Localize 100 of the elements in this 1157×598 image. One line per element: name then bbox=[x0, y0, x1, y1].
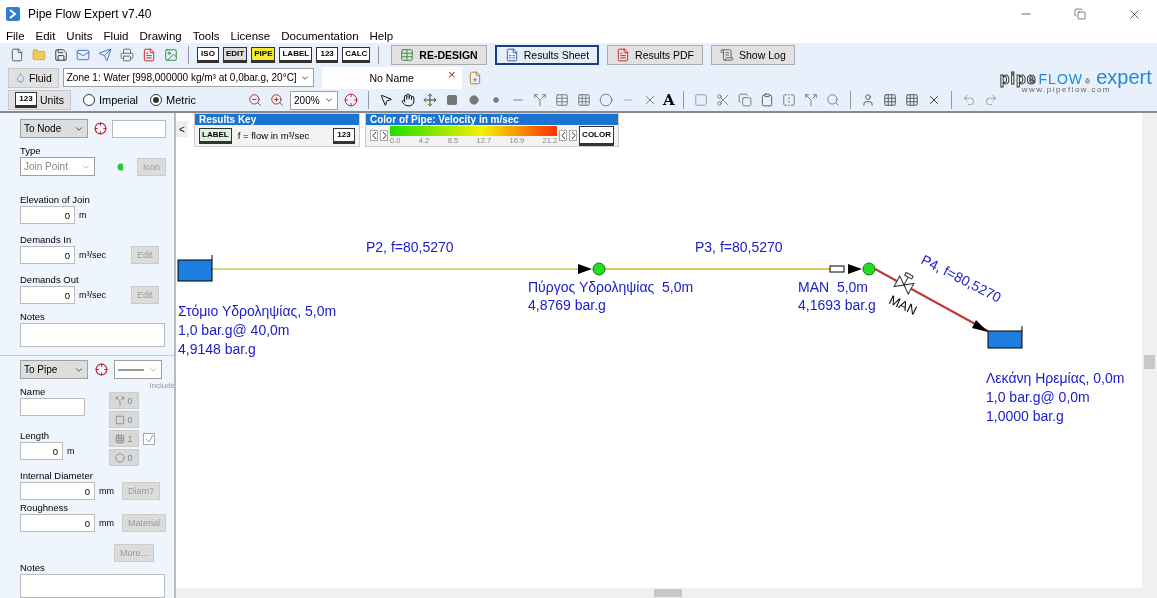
sheet-icon bbox=[504, 47, 519, 62]
unit-radio[interactable]: Imperial bbox=[82, 94, 139, 106]
droplet-icon bbox=[15, 72, 26, 83]
circle-icon bbox=[115, 452, 126, 463]
menu-item[interactable]: Tools bbox=[192, 29, 220, 42]
zoom-out-icon[interactable] bbox=[246, 91, 264, 109]
name-field[interactable] bbox=[112, 119, 166, 138]
horizontal-scrollbar[interactable] bbox=[176, 588, 1157, 598]
tank bbox=[987, 325, 1023, 349]
join-node bbox=[592, 262, 606, 276]
field-label: Demands In bbox=[20, 234, 73, 245]
label-icon[interactable]: LABEL bbox=[199, 127, 232, 144]
chevron-down-icon bbox=[324, 95, 334, 105]
field-label: Notes bbox=[20, 311, 46, 322]
menu-item[interactable]: Units bbox=[66, 29, 93, 42]
field-label: Internal Diameter bbox=[20, 470, 94, 481]
name-field[interactable] bbox=[20, 398, 85, 416]
table-icon bbox=[400, 47, 415, 62]
notes-field[interactable] bbox=[20, 323, 165, 347]
node-label: 1,0000 bar.g bbox=[986, 408, 1064, 424]
unit-radio[interactable]: Metric bbox=[150, 94, 196, 106]
node-label: 4,8769 bar.g bbox=[528, 297, 606, 313]
toolbar-button[interactable]: Show Log bbox=[711, 44, 795, 65]
pipe-label: P2, f=80,5270 bbox=[366, 239, 454, 255]
fitting bbox=[829, 265, 845, 273]
value-field[interactable]: 0 bbox=[20, 206, 75, 224]
collapse-button[interactable]: < bbox=[176, 121, 188, 137]
window-title: Pipe Flow Expert v7.40 bbox=[28, 7, 152, 21]
toolbar-button[interactable]: Results Sheet bbox=[494, 44, 600, 65]
locate-icon[interactable] bbox=[92, 360, 110, 379]
toolbar-label-icon[interactable]: EDIT bbox=[223, 46, 248, 63]
toolbar-button[interactable]: RE-DESIGN bbox=[391, 44, 487, 65]
unit-label: mm bbox=[99, 486, 114, 496]
zone-select[interactable]: Zone 1: Water [998,000000 kg/m³ at 0,0bar.g, 20°C] bbox=[62, 68, 314, 87]
toolbar-label-icon[interactable]: CALC bbox=[342, 46, 371, 63]
hand-icon[interactable] bbox=[399, 91, 417, 109]
units-icon[interactable]: 123 bbox=[333, 127, 355, 144]
text-tool[interactable]: A bbox=[663, 91, 675, 109]
menu-item[interactable]: Fluid bbox=[103, 29, 129, 42]
left-arrow-icon[interactable] bbox=[370, 130, 378, 141]
toolbar-label-icon[interactable]: 123 bbox=[316, 46, 339, 63]
square-icon bbox=[115, 414, 126, 425]
toolbar-label-icon[interactable]: ISO bbox=[197, 46, 219, 63]
toolbar-label-icon[interactable]: LABEL bbox=[279, 46, 313, 63]
field-label: Length bbox=[20, 430, 51, 441]
menu-item[interactable]: Help bbox=[369, 29, 394, 42]
field-label: Roughness bbox=[20, 502, 70, 513]
menu-item[interactable]: Documentation bbox=[281, 29, 359, 42]
target-select[interactable]: To Node bbox=[20, 119, 88, 138]
document-tab[interactable]: No Name × bbox=[321, 66, 462, 89]
zoom-select[interactable]: 200% bbox=[290, 90, 338, 110]
flow-arrow bbox=[972, 320, 988, 332]
toolbar-label-icon[interactable]: PIPE bbox=[251, 46, 276, 63]
valve-label: MAN bbox=[886, 292, 920, 318]
left-arrow-icon[interactable] bbox=[559, 130, 568, 141]
node-label: 4,9148 bar.g bbox=[178, 341, 256, 357]
panel-title: Results Key bbox=[195, 114, 359, 125]
fluid-button[interactable]: Fluid bbox=[8, 67, 59, 88]
menu-item[interactable]: License bbox=[230, 29, 271, 42]
right-arrow-icon[interactable] bbox=[380, 130, 388, 141]
unit-label: mm bbox=[99, 518, 114, 528]
target-select[interactable]: To Pipe bbox=[20, 360, 88, 379]
ruler-icon: 123 bbox=[15, 92, 37, 108]
move-icon[interactable] bbox=[421, 91, 439, 109]
panel-title: Color of Pipe: Velocity in m/sec bbox=[366, 114, 618, 125]
flow-arrow bbox=[848, 264, 862, 274]
include-checkbox[interactable] bbox=[143, 432, 155, 445]
node-label: Στόμιο Υδροληψίας, 5,0m bbox=[178, 303, 337, 319]
log-icon bbox=[720, 47, 734, 62]
unit-label: m bbox=[67, 446, 76, 456]
menu-item[interactable]: Drawing bbox=[139, 29, 182, 42]
field-label: Type bbox=[20, 145, 42, 156]
grid-icon bbox=[115, 433, 126, 444]
right-arrow-icon[interactable] bbox=[569, 130, 578, 141]
node-label: MAN 5,0m bbox=[798, 279, 868, 295]
checkmark-icon bbox=[144, 434, 154, 443]
color-icon[interactable]: COLOR bbox=[579, 125, 614, 146]
valve bbox=[893, 272, 915, 295]
menu-item[interactable]: Edit bbox=[35, 29, 56, 42]
line-style-select[interactable] bbox=[114, 360, 162, 379]
field-label: Name bbox=[20, 386, 47, 397]
toolbar-button[interactable]: Results PDF bbox=[607, 44, 703, 65]
tab-close-button[interactable]: × bbox=[448, 66, 456, 82]
unit-label: m³/sec bbox=[79, 250, 107, 260]
tank bbox=[177, 254, 213, 282]
units-button[interactable]: 123 Units bbox=[8, 90, 71, 110]
crosshair-icon[interactable] bbox=[342, 91, 360, 109]
vertical-scrollbar[interactable] bbox=[1142, 113, 1157, 588]
zoom-in-icon[interactable] bbox=[268, 91, 286, 109]
flow-arrow bbox=[578, 264, 592, 274]
value-field[interactable]: 0 bbox=[20, 442, 63, 460]
restore-icon bbox=[1074, 8, 1086, 20]
key-text: f = flow in m³/sec bbox=[237, 130, 311, 141]
field-label: Notes bbox=[20, 562, 46, 573]
node-label: 1,0 bar.g@ 0,0m bbox=[986, 389, 1090, 405]
pdf-icon bbox=[616, 47, 631, 62]
locate-icon[interactable] bbox=[92, 119, 108, 138]
menu-item[interactable]: File bbox=[6, 29, 25, 42]
notes-field[interactable] bbox=[20, 574, 165, 598]
node-label: Πύργος Υδροληψίας 5,0m bbox=[528, 279, 694, 295]
